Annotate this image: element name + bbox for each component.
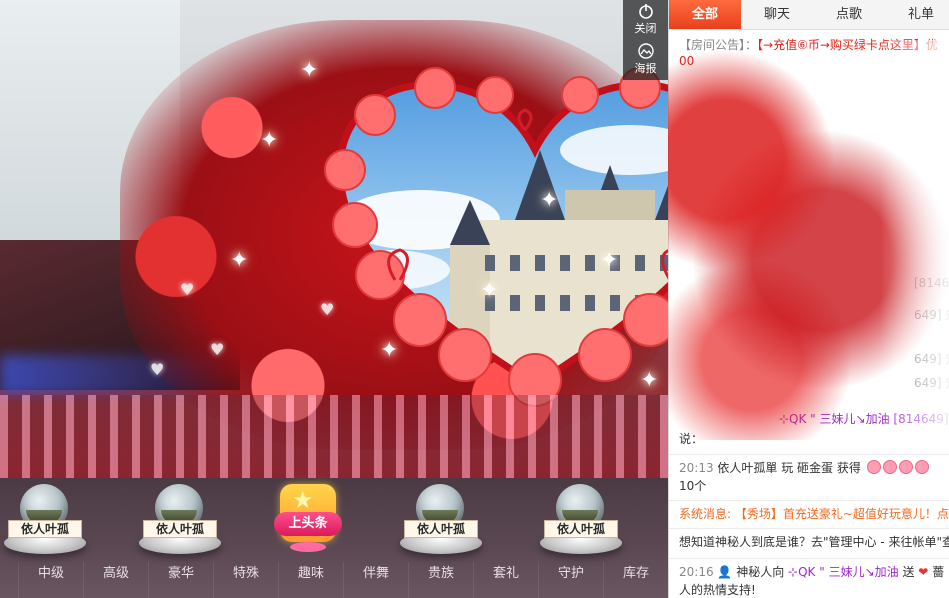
gift-label: 依人叶孤: [404, 520, 478, 538]
divider: [669, 528, 949, 529]
message-text: 依人叶孤單 玩 砸金蛋 获得: [717, 461, 861, 475]
headline-label: 上头条: [274, 512, 342, 536]
pig-icon: [882, 460, 897, 474]
gift-tab-luxury[interactable]: 豪华: [148, 562, 213, 598]
message-text: 薔: [932, 565, 945, 579]
system-link[interactable]: 【秀场】首充送豪礼~超值好玩意儿！点: [735, 507, 949, 521]
gift-tab-noble[interactable]: 贵族: [408, 562, 473, 598]
video-stage: ✦ ✦ ✦ ✦ ✦ ✦ ✦ ✦ ♥ ♥ ♥ ♥ 关闭 海报: [0, 0, 668, 478]
mystery-avatar-icon: 👤: [717, 565, 733, 579]
heart-icon: ♥: [180, 280, 195, 299]
gift-tab-advanced[interactable]: 高级: [83, 562, 148, 598]
gift-tab-set[interactable]: 套礼: [473, 562, 538, 598]
announcement-label: 【房间公告】：: [679, 38, 758, 52]
heart-icon: ♥: [150, 360, 165, 379]
message-text: 送: [902, 565, 915, 579]
gift-item[interactable]: 依人叶孤: [0, 484, 90, 558]
star-icon: ★: [292, 486, 314, 514]
gift-label: 依人叶孤: [143, 520, 217, 538]
gift-category-tabs: 中级 高级 豪华 特殊 趣味 伴舞 贵族 套礼 守护 库存: [0, 562, 668, 598]
egg-message-continued: 10个: [679, 479, 707, 493]
sparkle-icon: ✦: [600, 248, 619, 273]
announcement-continued: 00: [679, 54, 695, 68]
gift-tab-intermediate[interactable]: 中级: [18, 562, 83, 598]
message-time: 20:13: [679, 461, 714, 475]
divider: [669, 558, 949, 559]
poster-label: 海报: [634, 62, 657, 75]
sparkle-icon: ✦: [260, 128, 279, 153]
system-message: 系统消息: 【秀场】首充送豪礼~超值好玩意儿！点: [679, 505, 949, 523]
gift-tab-inventory[interactable]: 库存: [603, 562, 668, 598]
message-fragment: 649] 对: [914, 308, 949, 322]
tab-gift-list[interactable]: 礼单: [885, 0, 949, 29]
tulip-row: [0, 395, 668, 478]
message-fragment: [814649] 对: [914, 276, 949, 290]
mystery-gift-continued: 人的热情支持!: [679, 583, 756, 597]
heart-icon: ♥: [320, 300, 335, 319]
divider: [669, 500, 949, 501]
chat-messages: 【房间公告】：【→充值⑥币→购买绿卡点这里】优 00 [814649] 对 64…: [669, 30, 949, 598]
sparkle-icon: ✦: [300, 58, 319, 83]
gift-item[interactable]: 依人叶孤: [396, 484, 486, 558]
gift-item[interactable]: 依人叶孤: [135, 484, 225, 558]
sparkle-icon: ✦: [480, 278, 499, 303]
divider: [669, 454, 949, 455]
headline-pod: [290, 542, 326, 552]
sparkle-icon: ✦: [640, 368, 659, 393]
message-time: 20:16: [679, 565, 714, 579]
chat-panel: 全部 聊天 点歌 礼单 【房间公告】：【→充值⑥币→购买绿卡点这里】优 00 […: [668, 0, 949, 598]
message-fragment: 649] 对: [914, 352, 949, 366]
sparkle-icon: ✦: [230, 248, 249, 273]
chat-tabs: 全部 聊天 点歌 礼单: [669, 0, 949, 30]
tab-all[interactable]: 全部: [669, 0, 741, 29]
sparkle-icon: ✦: [540, 188, 559, 213]
mystery-gift-message: 20:16 👤 神秘人向 ⊹QK " 三妹儿↘加油 送 ❤ 薔: [679, 563, 944, 581]
pig-icon: [898, 460, 913, 474]
live-room: ✦ ✦ ✦ ✦ ✦ ✦ ✦ ✦ ♥ ♥ ♥ ♥ 关闭 海报 依人叶孤 依人叶孤 …: [0, 0, 949, 598]
egg-message: 20:13 依人叶孤單 玩 砸金蛋 获得: [679, 459, 929, 477]
sparkle-icon: ✦: [380, 338, 399, 363]
pig-icon: [914, 460, 929, 474]
tab-chat[interactable]: 聊天: [741, 0, 813, 29]
poster-button[interactable]: 海报: [623, 40, 668, 80]
gift-item[interactable]: 依人叶孤: [536, 484, 626, 558]
gift-message: ⊹QK " 三妹儿↘加油 [814649] 对: [779, 410, 949, 428]
pig-icon: [866, 460, 881, 474]
headline-gift[interactable]: ★ 上头条: [274, 482, 342, 554]
gift-tab-fun[interactable]: 趣味: [278, 562, 343, 598]
gift-label: 依人叶孤: [8, 520, 82, 538]
say-line: 说：: [679, 432, 704, 446]
announcement-link[interactable]: 【→充值⑥币→购买绿卡点这里】优: [757, 38, 938, 52]
heart-castle-frame: [324, 67, 668, 407]
info-message: 想知道神秘人到底是谁？去"管理中心 - 来往帐单"查: [679, 535, 949, 549]
tab-song-request[interactable]: 点歌: [813, 0, 885, 29]
close-video-label: 关闭: [634, 22, 657, 35]
image-icon: [637, 43, 654, 59]
username-link[interactable]: ⊹QK " 三妹儿↘加油: [788, 565, 899, 579]
gift-tab-special[interactable]: 特殊: [213, 562, 278, 598]
power-icon: [638, 4, 653, 19]
close-video-button[interactable]: 关闭: [623, 0, 668, 40]
gift-tab-first[interactable]: [0, 562, 18, 598]
gift-label: 依人叶孤: [544, 520, 618, 538]
system-label: 系统消息:: [679, 507, 732, 521]
heart-icon: ♥: [210, 340, 225, 359]
gift-tab-guard[interactable]: 守护: [538, 562, 603, 598]
message-text: 神秘人向: [736, 565, 785, 579]
username-link[interactable]: ⊹QK " 三妹儿↘加油 [814649] 对: [779, 412, 949, 426]
message-fragment: 649] 对: [914, 376, 949, 390]
rose-gift-icon: ❤: [918, 565, 929, 579]
room-announcement: 【房间公告】：【→充值⑥币→购买绿卡点这里】优: [679, 36, 938, 54]
gift-tab-dance[interactable]: 伴舞: [343, 562, 408, 598]
